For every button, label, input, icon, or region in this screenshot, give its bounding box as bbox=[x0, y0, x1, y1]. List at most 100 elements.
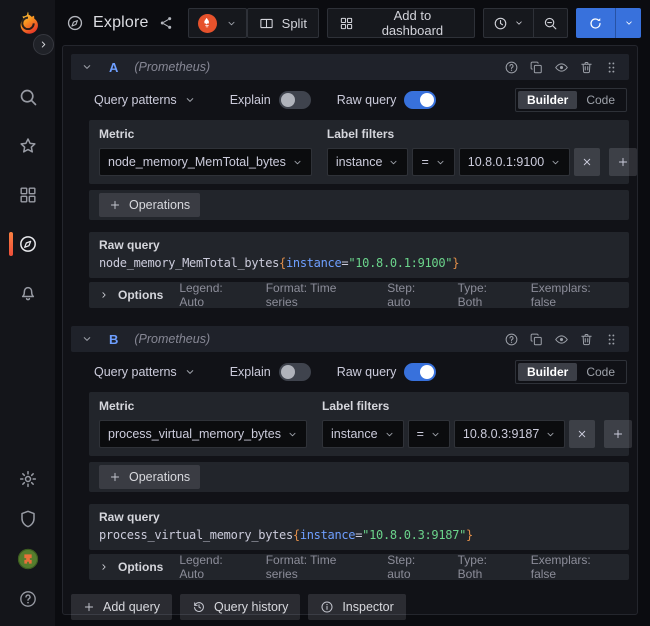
expand-sidebar-button[interactable] bbox=[33, 34, 54, 55]
add-query-label: Add query bbox=[103, 600, 160, 614]
builder-mode-button[interactable]: Builder bbox=[518, 91, 577, 109]
filter-value-value: 10.8.0.3:9187 bbox=[463, 427, 539, 441]
sidebar-item-server-admin[interactable] bbox=[0, 508, 55, 530]
query-history-button[interactable]: Query history bbox=[180, 594, 300, 620]
refresh-sync-icon bbox=[588, 16, 603, 31]
filter-value-value: 10.8.0.1:9100 bbox=[468, 155, 544, 169]
options-collapse-row[interactable]: Options Legend: Auto Format: Time series… bbox=[89, 282, 629, 308]
add-operation-button[interactable]: Operations bbox=[99, 193, 200, 217]
remove-filter-button[interactable] bbox=[574, 148, 600, 176]
options-type: Type: Both bbox=[458, 281, 515, 309]
metric-filters-panel: Metric node_memory_MemTotal_bytes Label … bbox=[89, 120, 629, 184]
sidebar-item-help[interactable] bbox=[0, 588, 55, 610]
chevron-down-icon bbox=[550, 157, 561, 168]
metric-filters-panel: Metric process_virtual_memory_bytes Labe… bbox=[89, 392, 629, 456]
grafana-logo[interactable] bbox=[14, 9, 42, 37]
split-pane-icon bbox=[259, 16, 274, 31]
filter-operator-value: = bbox=[417, 427, 424, 441]
collapse-chevron-icon[interactable] bbox=[81, 61, 93, 73]
query-patterns-button[interactable]: Query patterns bbox=[94, 93, 196, 107]
raw-query-toggle[interactable] bbox=[404, 363, 436, 381]
sidebar-item-dashboards[interactable] bbox=[0, 184, 55, 206]
zoom-out-time-button[interactable] bbox=[533, 9, 567, 37]
sidebar-item-alerting[interactable] bbox=[0, 282, 55, 304]
share-icon[interactable] bbox=[158, 15, 174, 31]
sidebar-item-explore[interactable] bbox=[0, 233, 55, 255]
sidebar-item-search[interactable] bbox=[0, 86, 55, 108]
options-label: Options bbox=[118, 288, 163, 302]
add-query-button[interactable]: Add query bbox=[71, 594, 172, 620]
query-a-header[interactable]: A (Prometheus) bbox=[71, 54, 629, 80]
prometheus-datasource-icon bbox=[198, 14, 217, 33]
drag-handle-icon[interactable] bbox=[604, 332, 619, 347]
query-help-icon[interactable] bbox=[504, 332, 519, 347]
split-button[interactable]: Split bbox=[247, 8, 319, 38]
add-to-dashboard-button[interactable]: Add to dashboard bbox=[327, 8, 475, 38]
metric-select[interactable]: process_virtual_memory_bytes bbox=[99, 420, 307, 448]
add-operation-button[interactable]: Operations bbox=[99, 465, 200, 489]
raw-query-panel: Raw query process_virtual_memory_bytes{i… bbox=[89, 504, 629, 550]
help-icon bbox=[18, 589, 38, 609]
editor-mode-group: Builder Code bbox=[515, 360, 627, 384]
query-a-body: Query patterns Explain Raw query Builder… bbox=[89, 80, 629, 308]
sidebar-nav-bottom bbox=[0, 468, 55, 610]
zoom-out-icon bbox=[543, 16, 558, 31]
options-collapse-row[interactable]: Options Legend: Auto Format: Time series… bbox=[89, 554, 629, 580]
query-patterns-label: Query patterns bbox=[94, 93, 177, 107]
hide-query-eye-icon[interactable] bbox=[554, 332, 569, 347]
filter-row: instance = 10.8.0.3:9187 bbox=[322, 420, 632, 448]
code-mode-button[interactable]: Code bbox=[577, 363, 624, 381]
code-mode-button[interactable]: Code bbox=[577, 91, 624, 109]
duplicate-query-icon[interactable] bbox=[529, 60, 544, 75]
builder-mode-button[interactable]: Builder bbox=[518, 363, 577, 381]
duplicate-query-icon[interactable] bbox=[529, 332, 544, 347]
run-query-button[interactable] bbox=[576, 8, 615, 38]
chevron-down-icon bbox=[287, 429, 298, 440]
time-picker-button[interactable] bbox=[484, 9, 533, 37]
editor-mode-group: Builder Code bbox=[515, 88, 627, 112]
raw-query-toggle-row: Raw query bbox=[337, 91, 437, 109]
inspector-button[interactable]: Inspector bbox=[308, 594, 405, 620]
options-format: Format: Time series bbox=[266, 281, 372, 309]
metric-select[interactable]: node_memory_MemTotal_bytes bbox=[99, 148, 312, 176]
options-legend: Legend: Auto bbox=[179, 553, 249, 581]
filter-operator-select[interactable]: = bbox=[412, 148, 454, 176]
query-patterns-button[interactable]: Query patterns bbox=[94, 365, 196, 379]
raw-query-toggle[interactable] bbox=[404, 91, 436, 109]
hide-query-eye-icon[interactable] bbox=[554, 60, 569, 75]
sidebar-item-settings[interactable] bbox=[0, 468, 55, 490]
filter-operator-select[interactable]: = bbox=[408, 420, 450, 448]
explain-toggle-row: Explain bbox=[230, 91, 311, 109]
filter-value-select[interactable]: 10.8.0.1:9100 bbox=[459, 148, 570, 176]
drag-handle-icon[interactable] bbox=[604, 60, 619, 75]
sidebar-item-starred[interactable] bbox=[0, 135, 55, 157]
sidebar-item-profile[interactable] bbox=[0, 548, 55, 570]
add-filter-button[interactable] bbox=[604, 420, 632, 448]
datasource-picker[interactable] bbox=[188, 8, 247, 38]
metric-label: Metric bbox=[99, 128, 312, 141]
chevron-down-icon bbox=[435, 157, 446, 168]
chevron-down-icon bbox=[514, 18, 524, 28]
remove-filter-button[interactable] bbox=[569, 420, 595, 448]
filter-value-select[interactable]: 10.8.0.3:9187 bbox=[454, 420, 565, 448]
explain-toggle[interactable] bbox=[279, 363, 311, 381]
compass-icon bbox=[18, 234, 38, 254]
explain-toggle[interactable] bbox=[279, 91, 311, 109]
chevron-right-icon bbox=[99, 290, 109, 300]
query-help-icon[interactable] bbox=[504, 60, 519, 75]
query-ref-label: B bbox=[109, 332, 118, 347]
refresh-interval-dropdown[interactable] bbox=[615, 8, 641, 38]
delete-query-trash-icon[interactable] bbox=[579, 332, 594, 347]
collapse-chevron-icon[interactable] bbox=[81, 333, 93, 345]
run-query-split-button bbox=[576, 8, 641, 38]
filter-label-select[interactable]: instance bbox=[322, 420, 404, 448]
filter-label-select[interactable]: instance bbox=[327, 148, 409, 176]
options-type: Type: Both bbox=[458, 553, 515, 581]
add-filter-button[interactable] bbox=[609, 148, 637, 176]
chevron-down-icon bbox=[292, 157, 303, 168]
operations-label: Operations bbox=[129, 470, 190, 484]
options-legend: Legend: Auto bbox=[179, 281, 249, 309]
delete-query-trash-icon[interactable] bbox=[579, 60, 594, 75]
info-circle-icon bbox=[320, 600, 334, 614]
query-b-header[interactable]: B (Prometheus) bbox=[71, 326, 629, 352]
